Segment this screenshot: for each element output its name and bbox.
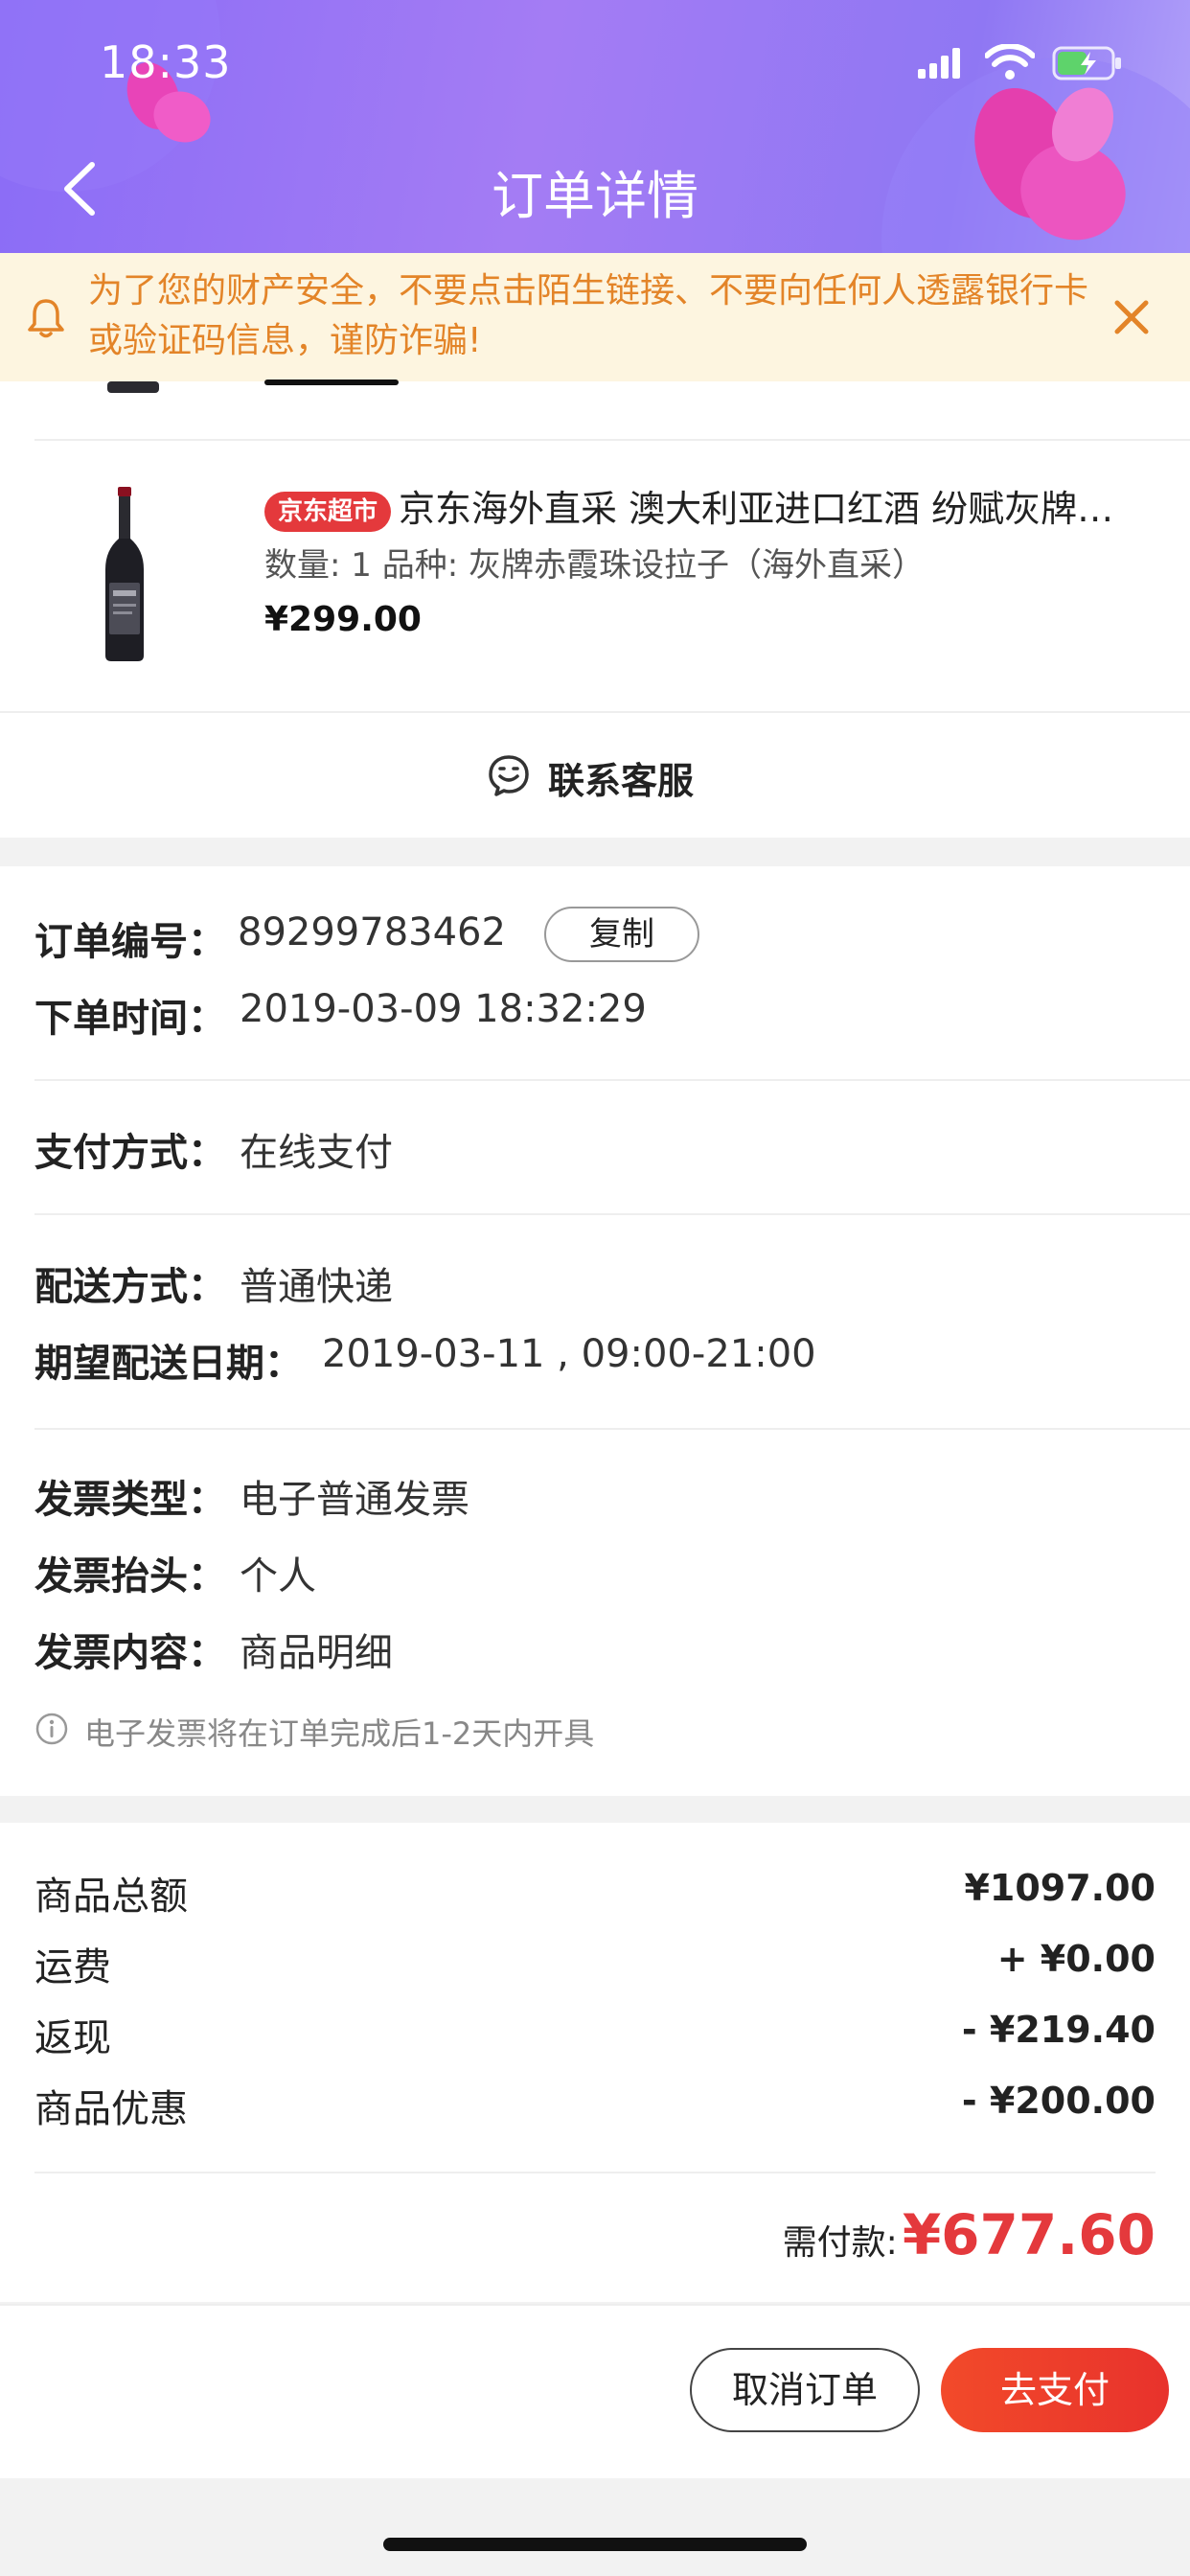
bell-icon <box>28 299 64 338</box>
copy-label: 复制 <box>589 915 654 954</box>
discount-value: - ¥200.00 <box>961 2080 1156 2122</box>
product-list: 京东超市 京东海外直采 澳大利亚进口红酒 纷赋灰牌… 数量: 1 品种: 灰牌赤霞… <box>0 380 1190 711</box>
goods-total-value: ¥1097.00 <box>964 1867 1156 1909</box>
price-summary: 商品总额 ¥1097.00 运费 + ¥0.00 返现 - ¥219.40 商品… <box>0 1823 1190 2302</box>
jd-supermarket-tag: 京东超市 <box>264 491 392 532</box>
battery-icon <box>1052 46 1121 80</box>
delivery-method-label: 配送方式： <box>34 1265 226 1309</box>
order-number-label: 订单编号： <box>34 920 226 964</box>
discount-label: 商品优惠 <box>34 2087 188 2131</box>
cancel-order-label: 取消订单 <box>731 2369 878 2411</box>
product-price-partial <box>264 374 418 387</box>
notice-text: 为了您的财产安全，不要点击陌生链接、不要向任何人透露银行卡或验证码信息，谨防诈骗… <box>88 271 1089 360</box>
contact-service-button[interactable]: 联系客服 <box>0 713 1190 838</box>
close-icon[interactable] <box>1113 299 1150 335</box>
order-number: 89299783462 <box>238 910 506 954</box>
wifi-icon <box>985 44 1035 80</box>
divider <box>34 1428 1190 1430</box>
invoice-content-label: 发票内容： <box>34 1631 226 1675</box>
shipping-label: 运费 <box>34 1945 111 1990</box>
invoice-type: 电子普通发票 <box>240 1478 469 1522</box>
divider <box>34 1213 1190 1215</box>
expected-delivery-date: 2019-03-11 , 09:00-21:00 <box>322 1332 816 1376</box>
invoice-content: 商品明细 <box>240 1631 393 1675</box>
info-icon <box>35 1713 68 1745</box>
need-pay-amount: ¥677.60 <box>902 2202 1156 2267</box>
order-info: 订单编号： 89299783462 下单时间： 2019-03-09 18:32… <box>0 866 1190 1796</box>
goods-total-label: 商品总额 <box>34 1874 188 1919</box>
page-title: 订单详情 <box>492 166 698 226</box>
payment-method-label: 支付方式： <box>34 1131 226 1175</box>
wine-bottle-image <box>105 487 144 661</box>
pay-label: 去支付 <box>999 2369 1110 2411</box>
status-time: 18:33 <box>100 36 232 88</box>
expected-delivery-label: 期望配送日期： <box>34 1342 303 1386</box>
product-image <box>107 381 159 393</box>
pay-button[interactable]: 去支付 <box>941 2348 1169 2432</box>
product-name: 京东海外直采 澳大利亚进口红酒 纷赋灰牌… <box>399 488 1114 530</box>
cashback-value: - ¥219.40 <box>961 2009 1156 2051</box>
copy-order-number-button[interactable]: 复制 <box>544 907 699 962</box>
divider <box>34 1079 1190 1081</box>
order-time: 2019-03-09 18:32:29 <box>240 987 647 1031</box>
product-item[interactable]: 京东超市 京东海外直采 澳大利亚进口红酒 纷赋灰牌… 数量: 1 品种: 灰牌赤霞… <box>0 441 1190 707</box>
invoice-title: 个人 <box>240 1554 316 1598</box>
divider <box>34 2172 1156 2174</box>
product-price: ¥299.00 <box>264 600 422 639</box>
cancel-order-button[interactable]: 取消订单 <box>690 2348 920 2432</box>
need-pay-label: 需付款: <box>782 2223 898 2263</box>
cashback-label: 返现 <box>34 2016 111 2060</box>
invoice-title-label: 发票抬头： <box>34 1554 226 1598</box>
home-indicator[interactable] <box>383 2538 807 2551</box>
chat-icon <box>489 755 529 796</box>
header: 18:33 订单详情 <box>0 0 1190 253</box>
signal-icon <box>918 48 960 79</box>
contact-service-label: 联系客服 <box>548 760 695 802</box>
payment-method: 在线支付 <box>240 1131 393 1175</box>
delivery-method: 普通快递 <box>240 1265 393 1309</box>
order-time-label: 下单时间： <box>34 997 226 1041</box>
need-pay: 需付款: ¥677.60 <box>783 2202 1156 2267</box>
product-title: 京东超市 京东海外直采 澳大利亚进口红酒 纷赋灰牌… <box>264 479 1165 532</box>
shipping-value: + ¥0.00 <box>996 1938 1156 1980</box>
invoice-hint: 电子发票将在订单完成后1-2天内开具 <box>84 1715 595 1752</box>
product-spec: 数量: 1 品种: 灰牌赤霞珠设拉子（海外直采） <box>264 546 925 585</box>
invoice-type-label: 发票类型： <box>34 1478 226 1522</box>
security-notice: 为了您的财产安全，不要点击陌生链接、不要向任何人透露银行卡或验证码信息，谨防诈骗… <box>0 253 1190 381</box>
